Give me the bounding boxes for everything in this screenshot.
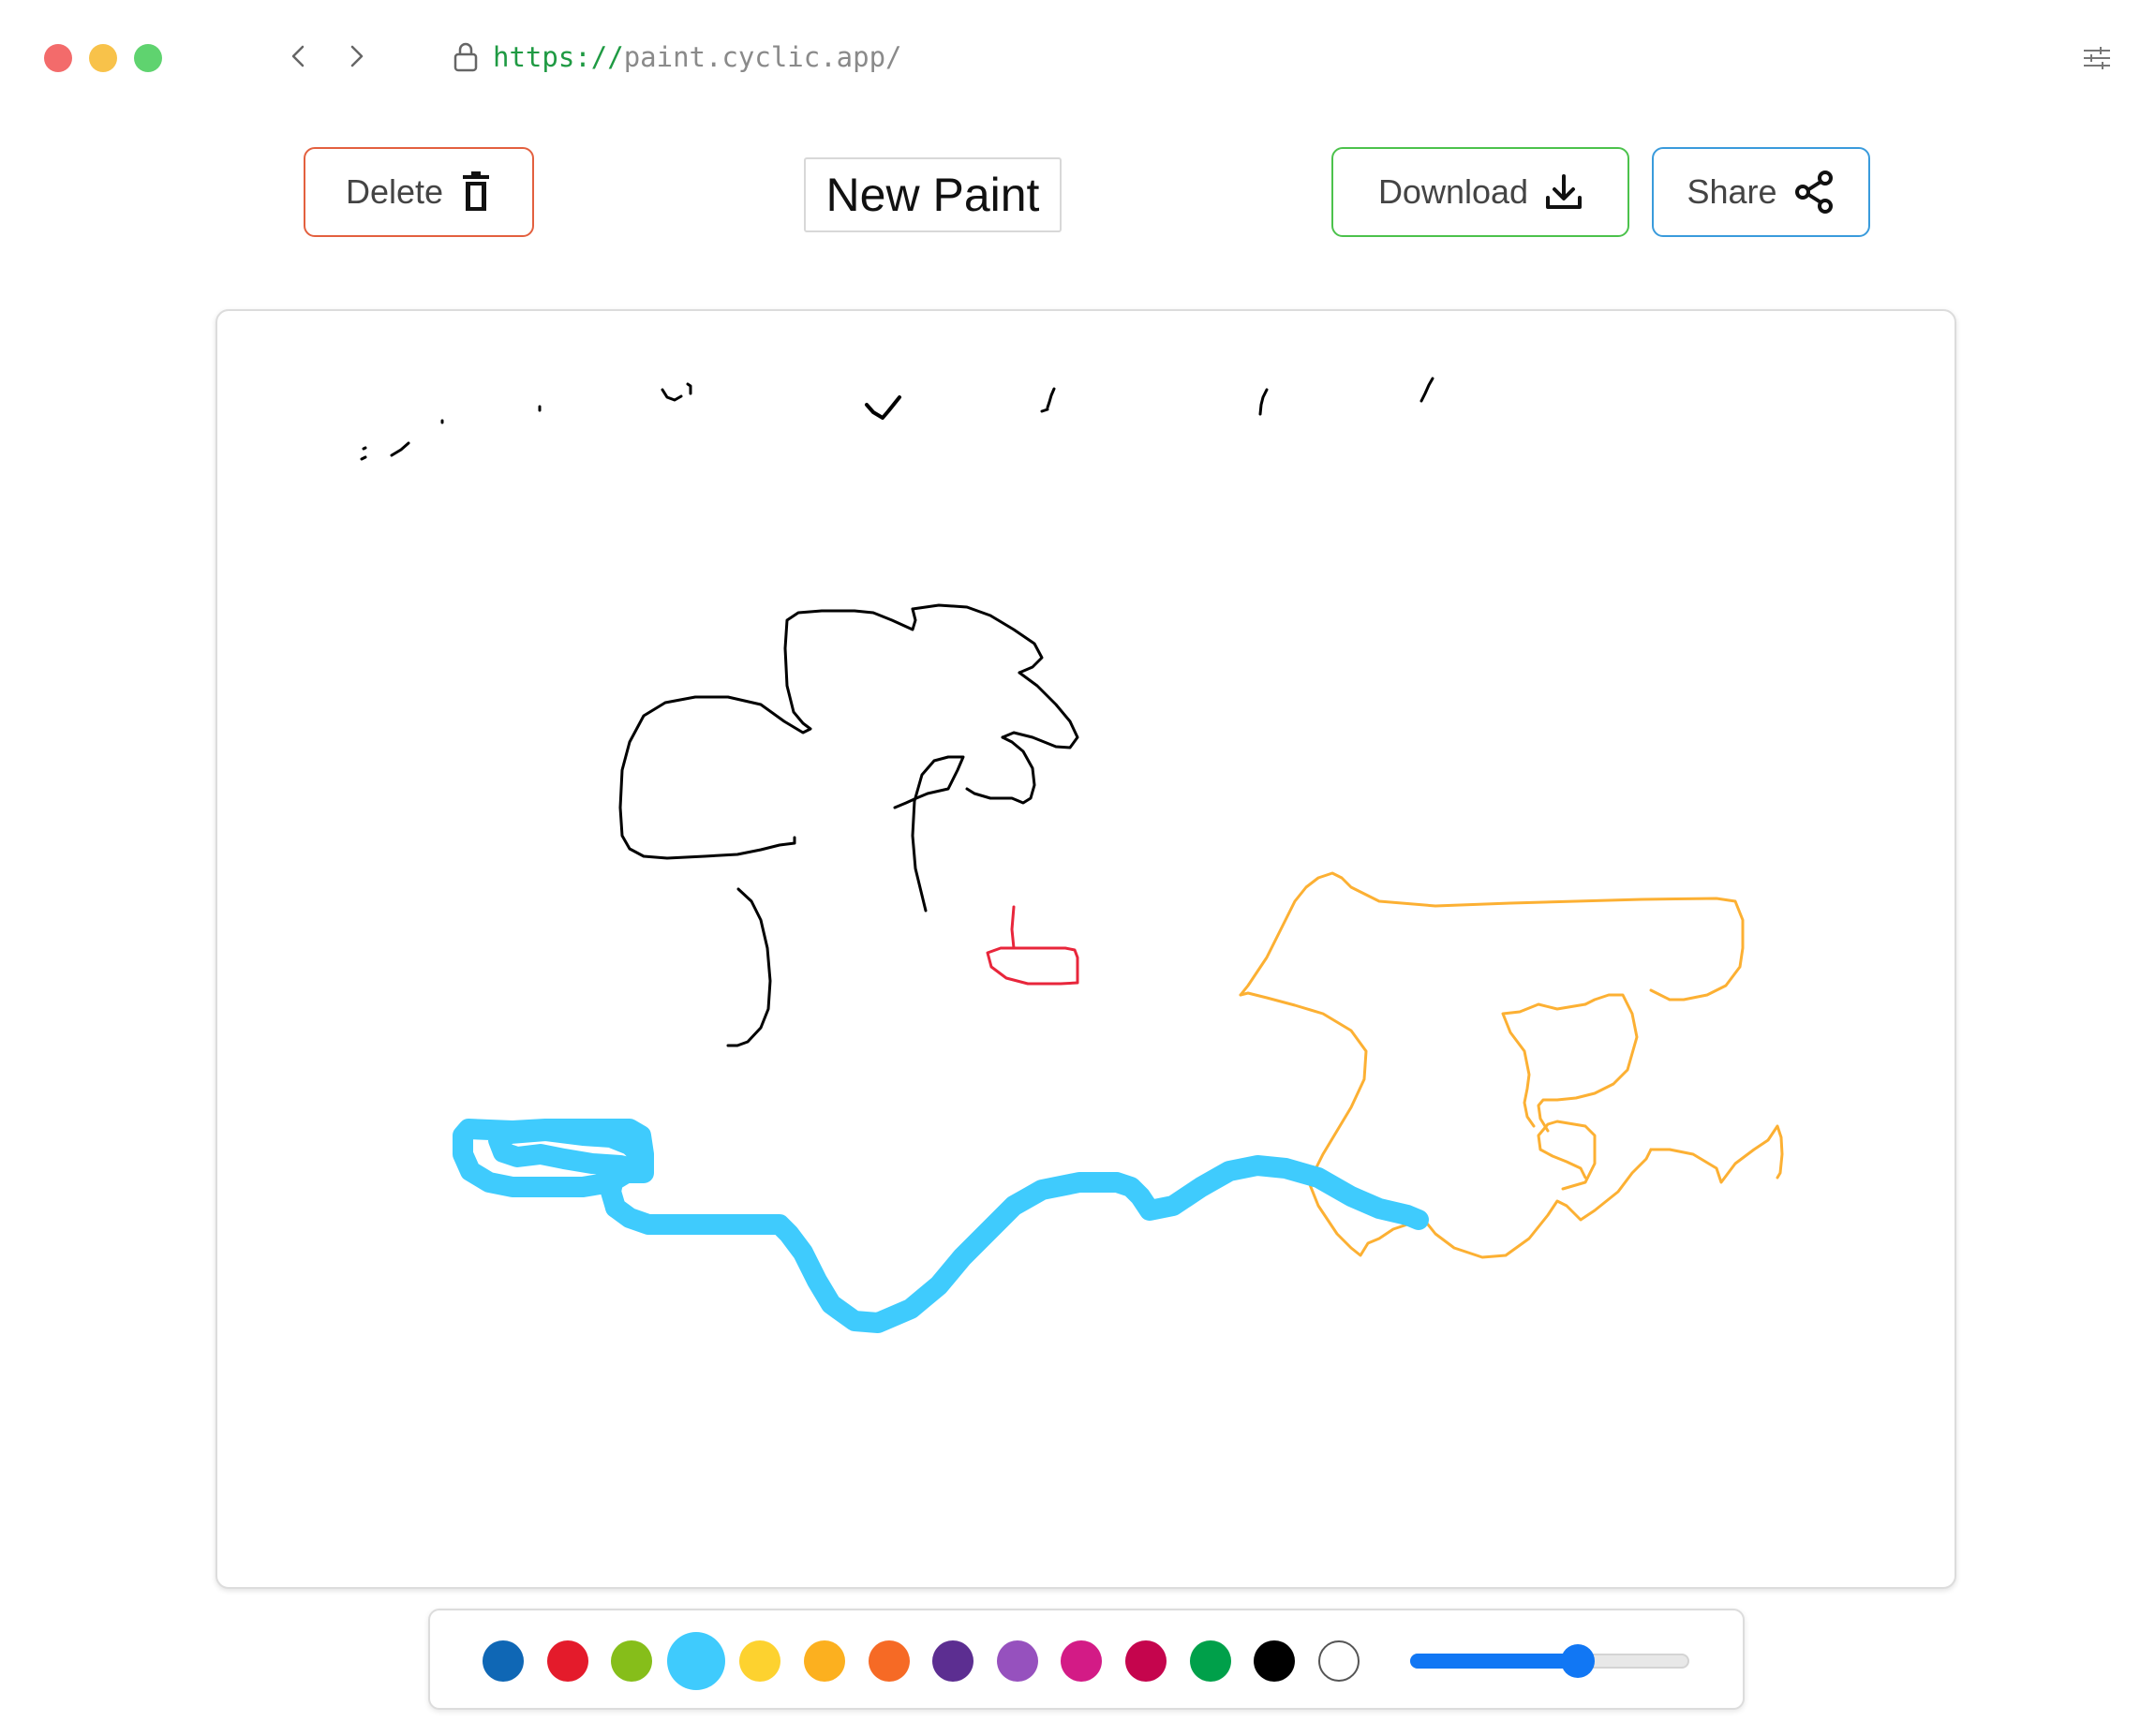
color-swatch[interactable] bbox=[483, 1640, 524, 1682]
brush-stroke bbox=[1537, 993, 1639, 1133]
brush-stroke bbox=[661, 388, 683, 402]
delete-button[interactable]: Delete bbox=[304, 147, 534, 237]
maximize-window-button[interactable] bbox=[134, 44, 162, 72]
drawing-strokes bbox=[360, 377, 1784, 1333]
color-swatch[interactable] bbox=[1125, 1640, 1167, 1682]
color-swatch-selected[interactable] bbox=[666, 1632, 725, 1690]
brush-stroke bbox=[1040, 408, 1049, 413]
brush-stroke bbox=[605, 1155, 1429, 1333]
brush-stroke bbox=[1239, 871, 1745, 1002]
brush-stroke bbox=[726, 887, 772, 1047]
lock-icon bbox=[453, 42, 478, 72]
brush-stroke bbox=[360, 455, 367, 461]
color-swatch[interactable] bbox=[996, 1640, 1038, 1682]
brush-stroke bbox=[893, 755, 965, 913]
back-arrow-icon[interactable] bbox=[280, 37, 318, 75]
brush-stroke bbox=[1001, 671, 1079, 749]
brush-size-slider[interactable] bbox=[1410, 1644, 1689, 1678]
color-swatch[interactable] bbox=[1317, 1640, 1360, 1682]
app-root: https://paint.cyclic.app/ Delete Downloa… bbox=[0, 0, 2155, 1736]
forward-arrow-icon[interactable] bbox=[337, 37, 375, 75]
brush-stroke bbox=[618, 607, 917, 860]
color-swatch[interactable] bbox=[1189, 1640, 1231, 1682]
brush-stroke bbox=[911, 603, 1044, 675]
color-swatch[interactable] bbox=[804, 1640, 845, 1682]
minimize-window-button[interactable] bbox=[89, 44, 117, 72]
brush-stroke bbox=[1010, 905, 1016, 950]
brush-stroke bbox=[986, 946, 1079, 986]
brush-stroke bbox=[362, 446, 367, 451]
brush-stroke bbox=[965, 735, 1036, 805]
color-swatch[interactable] bbox=[739, 1640, 781, 1682]
delete-label: Delete bbox=[345, 172, 444, 211]
download-label: Download bbox=[1377, 172, 1529, 211]
brush-stroke bbox=[686, 382, 692, 395]
paint-title-input[interactable] bbox=[804, 157, 1062, 232]
share-button[interactable]: Share bbox=[1652, 147, 1870, 237]
color-swatch[interactable] bbox=[1061, 1640, 1103, 1682]
color-swatch[interactable] bbox=[1254, 1640, 1296, 1682]
url-host: paint.cyclic.app/ bbox=[623, 41, 902, 73]
brush-stroke bbox=[453, 1119, 654, 1218]
brush-stroke bbox=[1422, 1148, 1653, 1259]
brush-stroke bbox=[1501, 1002, 1587, 1128]
brush-stroke bbox=[865, 395, 901, 420]
brush-stroke bbox=[1649, 1124, 1784, 1184]
share-icon bbox=[1794, 171, 1833, 214]
download-button[interactable]: Download bbox=[1331, 147, 1629, 237]
address-bar[interactable]: https://paint.cyclic.app/ bbox=[452, 36, 902, 79]
brush-stroke bbox=[1258, 388, 1269, 416]
share-label: Share bbox=[1687, 172, 1777, 211]
color-swatch[interactable] bbox=[868, 1640, 910, 1682]
color-swatch[interactable] bbox=[932, 1640, 974, 1682]
slider-thumb[interactable] bbox=[1560, 1644, 1595, 1678]
slider-fill bbox=[1410, 1654, 1578, 1669]
brush-stroke bbox=[390, 441, 410, 457]
color-palette bbox=[428, 1609, 1745, 1710]
color-swatch[interactable] bbox=[546, 1640, 588, 1682]
close-window-button[interactable] bbox=[44, 44, 72, 72]
download-icon bbox=[1546, 174, 1583, 209]
brush-stroke bbox=[1046, 387, 1056, 409]
trash-icon bbox=[463, 171, 490, 211]
drawing-canvas[interactable] bbox=[216, 309, 1956, 1589]
url-text: https://paint.cyclic.app/ bbox=[493, 41, 902, 73]
brush-stroke bbox=[1419, 377, 1434, 403]
color-swatch[interactable] bbox=[611, 1640, 653, 1682]
url-scheme: https:// bbox=[493, 41, 624, 73]
browser-chrome: https://paint.cyclic.app/ bbox=[0, 0, 2155, 112]
settings-sliders-icon[interactable] bbox=[2080, 41, 2114, 75]
